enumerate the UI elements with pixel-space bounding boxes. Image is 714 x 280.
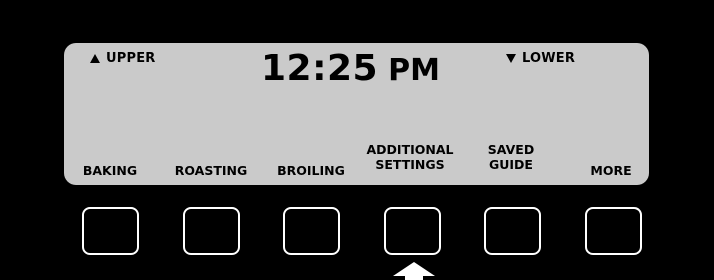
triangle-down-icon [506, 54, 516, 63]
baking-button[interactable] [82, 207, 139, 255]
lower-label: LOWER [522, 51, 576, 66]
lower-oven-indicator: LOWER [506, 51, 575, 66]
broiling-button[interactable] [283, 207, 340, 255]
softkey-label-broiling: BROILING [277, 163, 345, 178]
softkey-label-saved-guide: SAVED GUIDE [487, 142, 535, 172]
lcd-display: UPPER 12:25 PM LOWER BAKING ROASTING BROI… [64, 43, 649, 185]
upper-oven-indicator: UPPER [90, 51, 156, 66]
additional-settings-button[interactable] [384, 207, 441, 255]
arrow-up-icon [393, 262, 435, 280]
softkey-label-more: MORE [590, 163, 632, 178]
softkey-label-additional-settings: ADDITIONAL SETTINGS [366, 142, 454, 172]
softkey-label-roasting: ROASTING [174, 163, 248, 178]
clock-time: 12:25 [261, 48, 379, 89]
triangle-up-icon [90, 54, 100, 63]
more-button[interactable] [585, 207, 642, 255]
clock-display: 12:25 PM [261, 48, 440, 89]
saved-guide-button[interactable] [484, 207, 541, 255]
upper-label: UPPER [106, 51, 156, 66]
clock-ampm: PM [388, 53, 440, 88]
roasting-button[interactable] [183, 207, 240, 255]
softkey-label-baking: BAKING [82, 163, 138, 178]
